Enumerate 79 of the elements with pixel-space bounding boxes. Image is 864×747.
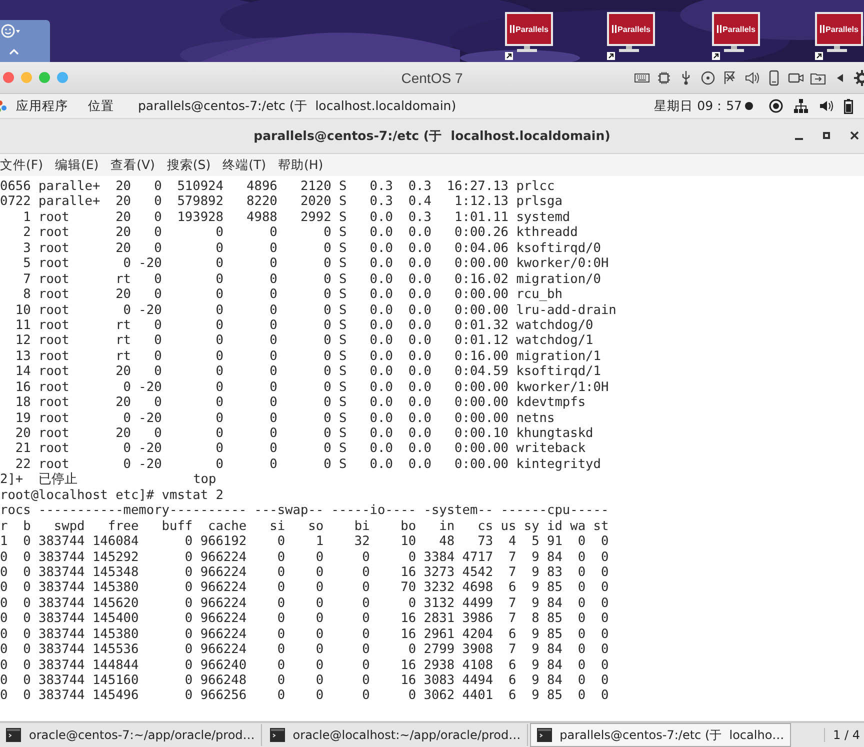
terminal-line: 18 root 20 0 0 0 0 S 0.0 0.0 0:00.00 kdevtmpfs: [14, 395, 587, 411]
workspace-pager[interactable]: 1 / 4: [824, 728, 864, 742]
close-icon[interactable]: [850, 131, 859, 140]
terminal-line: 7 root rt 0 0 0 0 S 0.0 0.0 0:16.02 migration/0: [22, 272, 602, 288]
apps-icon[interactable]: [0, 99, 8, 113]
terminal-line: 2 root 20 0 0 0 0 S 0.0 0.0 0:00.26 kthreadd: [22, 225, 579, 241]
chip-icon[interactable]: [656, 70, 672, 86]
terminal-line: 10 root 0 -20 0 0 0 S 0.0 0.0 0:00.00 lru-add-drain: [14, 302, 618, 318]
terminal-line: 0 0 383744 145536 0 966224 0 0 0 0 2799 3908 7 9 84 0 0: [0, 642, 610, 658]
terminal-line: 0 0 383744 145292 0 966224 0 0 0 0 3384 4717 7 9 84 0 0: [0, 550, 610, 565]
target-icon[interactable]: [769, 99, 783, 113]
shortcut-arrow-icon: [815, 52, 823, 60]
terminal-line: 0 0 383744 145348 0 966224 0 0 0 16 3273 4542 7 9 83 0 0: [0, 564, 610, 580]
taskbar-item[interactable]: oracle@localhost:~/app/oracle/prod…: [264, 724, 528, 746]
terminal-line: rocs -----------memory---------- ---swap-- -----io---- -system-- ------cpu-----: [0, 503, 610, 519]
active-window-title[interactable]: parallels@centos-7:/etc (于 localhost.localdomain): [138, 98, 456, 114]
menu-item[interactable]: 帮助(H): [278, 156, 324, 174]
menu-item[interactable]: 文件(F): [0, 156, 43, 174]
disc-icon[interactable]: [700, 70, 716, 86]
terminal-line: 0 0 383744 145380 0 966224 0 0 0 70 3232 4698 6 9 85 0 0: [0, 580, 610, 596]
terminal-line: 3 root 20 0 0 0 0 S 0.0 0.0 0:04.06 ksoftirqd/0: [22, 240, 602, 256]
terminal-icon: [270, 728, 285, 742]
terminal-line: 8 root 20 0 0 0 0 S 0.0 0.0 0:00.00 rcu_bh: [22, 287, 564, 302]
terminal-line: 16 root 0 -20 0 0 0 S 0.0 0.0 0:00.00 kworker/1:0H: [14, 380, 610, 396]
terminal-icon: [536, 728, 552, 742]
terminal-line: 0 0 383744 145496 0 966256 0 0 0 0 3062 4401 6 9 85 0 0: [0, 688, 610, 704]
shortcut-arrow-icon: [505, 52, 513, 60]
monitor-stand-icon: [617, 46, 641, 52]
terminal-line: 5 root 0 -20 0 0 0 S 0.0 0.0 0:00.00 kworker/0:0H: [22, 256, 610, 272]
logo-bars-icon: [510, 25, 515, 33]
shortcut-arrow-icon: [607, 52, 615, 60]
terminal-line: 0 0 383744 145380 0 966224 0 0 0 16 2961 4204 6 9 85 0 0: [0, 626, 610, 642]
flag-icon[interactable]: [722, 70, 738, 86]
maximize-icon[interactable]: [823, 132, 830, 139]
battery-icon[interactable]: [844, 98, 853, 114]
monitor-stand-icon: [825, 46, 849, 52]
logo-bars-icon: [716, 25, 722, 33]
logo-bars-icon: [820, 25, 825, 33]
terminal-line: 12 root rt 0 0 0 0 S 0.0 0.0 0:01.12 watchdog/1: [14, 333, 594, 349]
smiley-icon[interactable]: [1, 24, 21, 38]
terminal-line: 20 root 20 0 0 0 0 S 0.0 0.0 0:00.10 khungtaskd: [14, 426, 594, 442]
menu-item[interactable]: 查看(V): [110, 156, 155, 174]
logo-bars-icon: [612, 25, 617, 33]
terminal-line: 21 root 0 -20 0 0 0 S 0.0 0.0 0:00.00 writeback: [14, 441, 587, 457]
window-title: CentOS 7: [400, 70, 464, 86]
volume-icon[interactable]: [819, 99, 833, 113]
terminal-line: 19 root 0 -20 0 0 0 S 0.0 0.0 0:00.00 netns: [14, 410, 556, 426]
menu-item[interactable]: 编辑(E): [54, 156, 99, 174]
monitor-stand-icon: [722, 46, 746, 52]
terminal-line: 13 root rt 0 0 0 0 S 0.0 0.0 0:16.00 migration/1: [14, 348, 602, 364]
monitor-stand-icon: [515, 46, 539, 52]
terminal-line: 0 0 383744 144844 0 966240 0 0 0 16 2938 4108 6 9 84 0 0: [0, 658, 610, 673]
terminal-line: 0722 paralle+ 20 0 579892 8220 2020 S 0.3 0.4 1:12.13 prlsga: [0, 194, 564, 210]
menu-item[interactable]: 搜索(S): [166, 156, 211, 174]
taskbar-item[interactable]: parallels@centos-7:/etc (于 localho…: [530, 723, 792, 747]
terminal-line: root@localhost etc]# vmstat 2: [0, 488, 224, 504]
caret-up-icon[interactable]: [9, 49, 19, 55]
terminal-icon: [6, 728, 21, 742]
terminal-line: 0 0 383744 145160 0 966248 0 0 0 16 3083 4494 6 9 84 0 0: [0, 673, 610, 688]
shortcut-arrow-icon: [712, 52, 720, 60]
network-icon[interactable]: [794, 99, 808, 113]
menu-item[interactable]: 终端(T): [222, 156, 266, 174]
terminal-line: 14 root 20 0 0 0 0 S 0.0 0.0 0:04.59 ksoftirqd/1: [14, 364, 602, 380]
terminal-line: 0 0 383744 145620 0 966224 0 0 0 0 3132 4499 7 9 84 0 0: [0, 596, 610, 612]
terminal-line: 1 0 383744 146084 0 966192 0 1 32 10 48 73 4 5 91 0 0: [0, 534, 610, 550]
terminal-line: r b swpd free buff cache si so bi bo in cs us sy id wa st: [0, 518, 610, 534]
recording-dot-icon: [745, 102, 753, 110]
terminal-title: parallels@centos-7:/etc (于 localhost.localdomain): [254, 128, 610, 144]
terminal-line: 1 root 20 0 193928 4988 2992 S 0.0 0.3 1:01.11 systemd: [22, 210, 572, 226]
speaker-icon[interactable]: [744, 70, 760, 86]
top-bar-menu[interactable]: 位置: [88, 98, 114, 114]
terminal-line: 2]+ 已停止 top: [0, 472, 218, 488]
terminal-line: 22 root 0 -20 0 0 0 S 0.0 0.0 0:00.00 kintegrityd: [14, 456, 602, 472]
top-bar-menu[interactable]: 应用程序: [16, 98, 68, 114]
taskbar-item[interactable]: oracle@centos-7:~/app/oracle/prod…: [0, 724, 262, 746]
clock[interactable]: 星期日 09：57: [654, 98, 742, 114]
terminal-line: 0656 paralle+ 20 0 510924 4896 2120 S 0.3 0.3 16:27.13 prlcc: [0, 179, 556, 194]
terminal-line: 0 0 383744 145400 0 966224 0 0 0 16 2831 3986 7 8 85 0 0: [0, 611, 610, 627]
terminal-line: 11 root rt 0 0 0 0 S 0.0 0.0 0:01.32 watchdog/0: [14, 318, 594, 334]
